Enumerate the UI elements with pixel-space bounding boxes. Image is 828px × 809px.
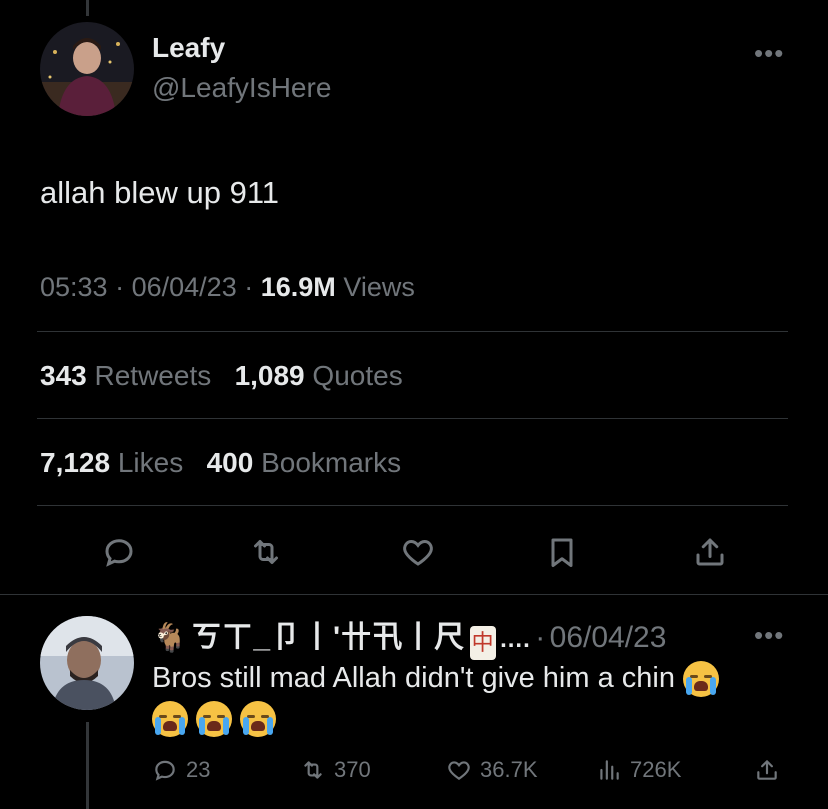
views-count: 16.9M <box>260 272 336 302</box>
stats-row-likes-bookmarks: 7,128 Likes 400 Bookmarks <box>40 447 401 479</box>
reply-display-name[interactable]: ㄎㄒ_卩丨'卄卂丨尺 <box>191 621 465 654</box>
separator: · <box>535 621 546 654</box>
like-count: 36.7K <box>480 757 538 782</box>
retweet-button[interactable] <box>244 530 288 574</box>
likes-label: Likes <box>117 447 184 478</box>
display-name[interactable]: Leafy <box>152 32 225 64</box>
views-label: Views <box>343 272 415 302</box>
bookmarks-label: Bookmarks <box>261 447 402 478</box>
mahjong-tile-icon: 中 <box>469 625 496 660</box>
thread-line-bottom <box>86 722 89 809</box>
reply-date[interactable]: 06/04/23 <box>550 621 667 654</box>
reply-header: 🐐 ㄎㄒ_卩丨'卄卂丨尺 中 .... · 06/04/23 <box>152 612 666 660</box>
quotes-count: 1,089 <box>234 360 305 391</box>
share-button[interactable] <box>688 530 732 574</box>
tweet-text: allah blew up 911 <box>40 175 279 210</box>
divider <box>37 418 788 419</box>
reply-count: 23 <box>186 757 211 782</box>
reply-like-button[interactable]: 36.7K <box>446 757 538 783</box>
loudly-crying-face-icon <box>683 661 720 698</box>
reply-share-button[interactable] <box>754 757 780 783</box>
loudly-crying-face-icon <box>152 701 188 738</box>
retweets-count: 343 <box>40 360 87 391</box>
share-icon <box>696 538 724 566</box>
views-icon <box>600 760 619 780</box>
more-options-icon[interactable]: ••• <box>754 38 784 69</box>
loudly-crying-face-icon <box>240 701 277 738</box>
bookmark-icon <box>551 538 573 567</box>
retweet-icon <box>254 540 278 564</box>
loudly-crying-face-icon <box>196 701 233 738</box>
reply-more-options-icon[interactable]: ••• <box>754 620 784 651</box>
divider <box>37 331 788 332</box>
retweets-stat[interactable]: 343 Retweets <box>40 360 211 391</box>
separator: · <box>244 272 254 302</box>
tweet-meta: 05:33 · 06/04/23 · 16.9M Views <box>40 272 415 303</box>
retweet-count: 370 <box>334 757 371 782</box>
like-button[interactable] <box>396 530 440 574</box>
like-icon <box>403 539 433 566</box>
bookmarks-count: 400 <box>206 447 254 478</box>
reply-retweet-button[interactable]: 370 <box>300 757 371 783</box>
tweet-time[interactable]: 05:33 <box>40 272 108 302</box>
divider <box>37 505 788 506</box>
reply-avatar[interactable] <box>40 616 134 710</box>
stats-row-retweets-quotes: 343 Retweets 1,089 Quotes <box>40 360 403 392</box>
reply-icon <box>155 760 175 781</box>
reply-button[interactable] <box>97 530 141 574</box>
bookmark-button[interactable] <box>540 530 584 574</box>
retweets-label: Retweets <box>94 360 212 391</box>
bookmarks-stat[interactable]: 400 Bookmarks <box>207 447 402 478</box>
thread-line-top <box>86 0 89 16</box>
views-count: 726K <box>630 757 682 782</box>
reply-text: Bros still mad Allah didn't give him a c… <box>152 658 792 738</box>
reply-reply-button[interactable]: 23 <box>152 757 210 783</box>
likes-stat[interactable]: 7,128 Likes <box>40 447 183 478</box>
tweet-date[interactable]: 06/04/23 <box>132 272 237 302</box>
share-icon <box>757 760 777 780</box>
retweet-icon <box>304 761 322 779</box>
name-ellipsis: .... <box>500 626 531 653</box>
separator: · <box>115 272 125 302</box>
quotes-label: Quotes <box>312 360 403 391</box>
user-handle[interactable]: @LeafyIsHere <box>152 72 331 104</box>
goat-emoji: 🐐 <box>152 622 187 653</box>
like-icon <box>448 761 470 780</box>
reply-text-content: Bros still mad Allah didn't give him a c… <box>152 662 675 694</box>
reply-views-button[interactable]: 726K <box>596 757 681 783</box>
avatar[interactable] <box>40 22 134 116</box>
reply-icon <box>105 539 133 567</box>
section-divider <box>0 594 828 595</box>
quotes-stat[interactable]: 1,089 Quotes <box>235 360 403 391</box>
likes-count: 7,128 <box>40 447 111 478</box>
